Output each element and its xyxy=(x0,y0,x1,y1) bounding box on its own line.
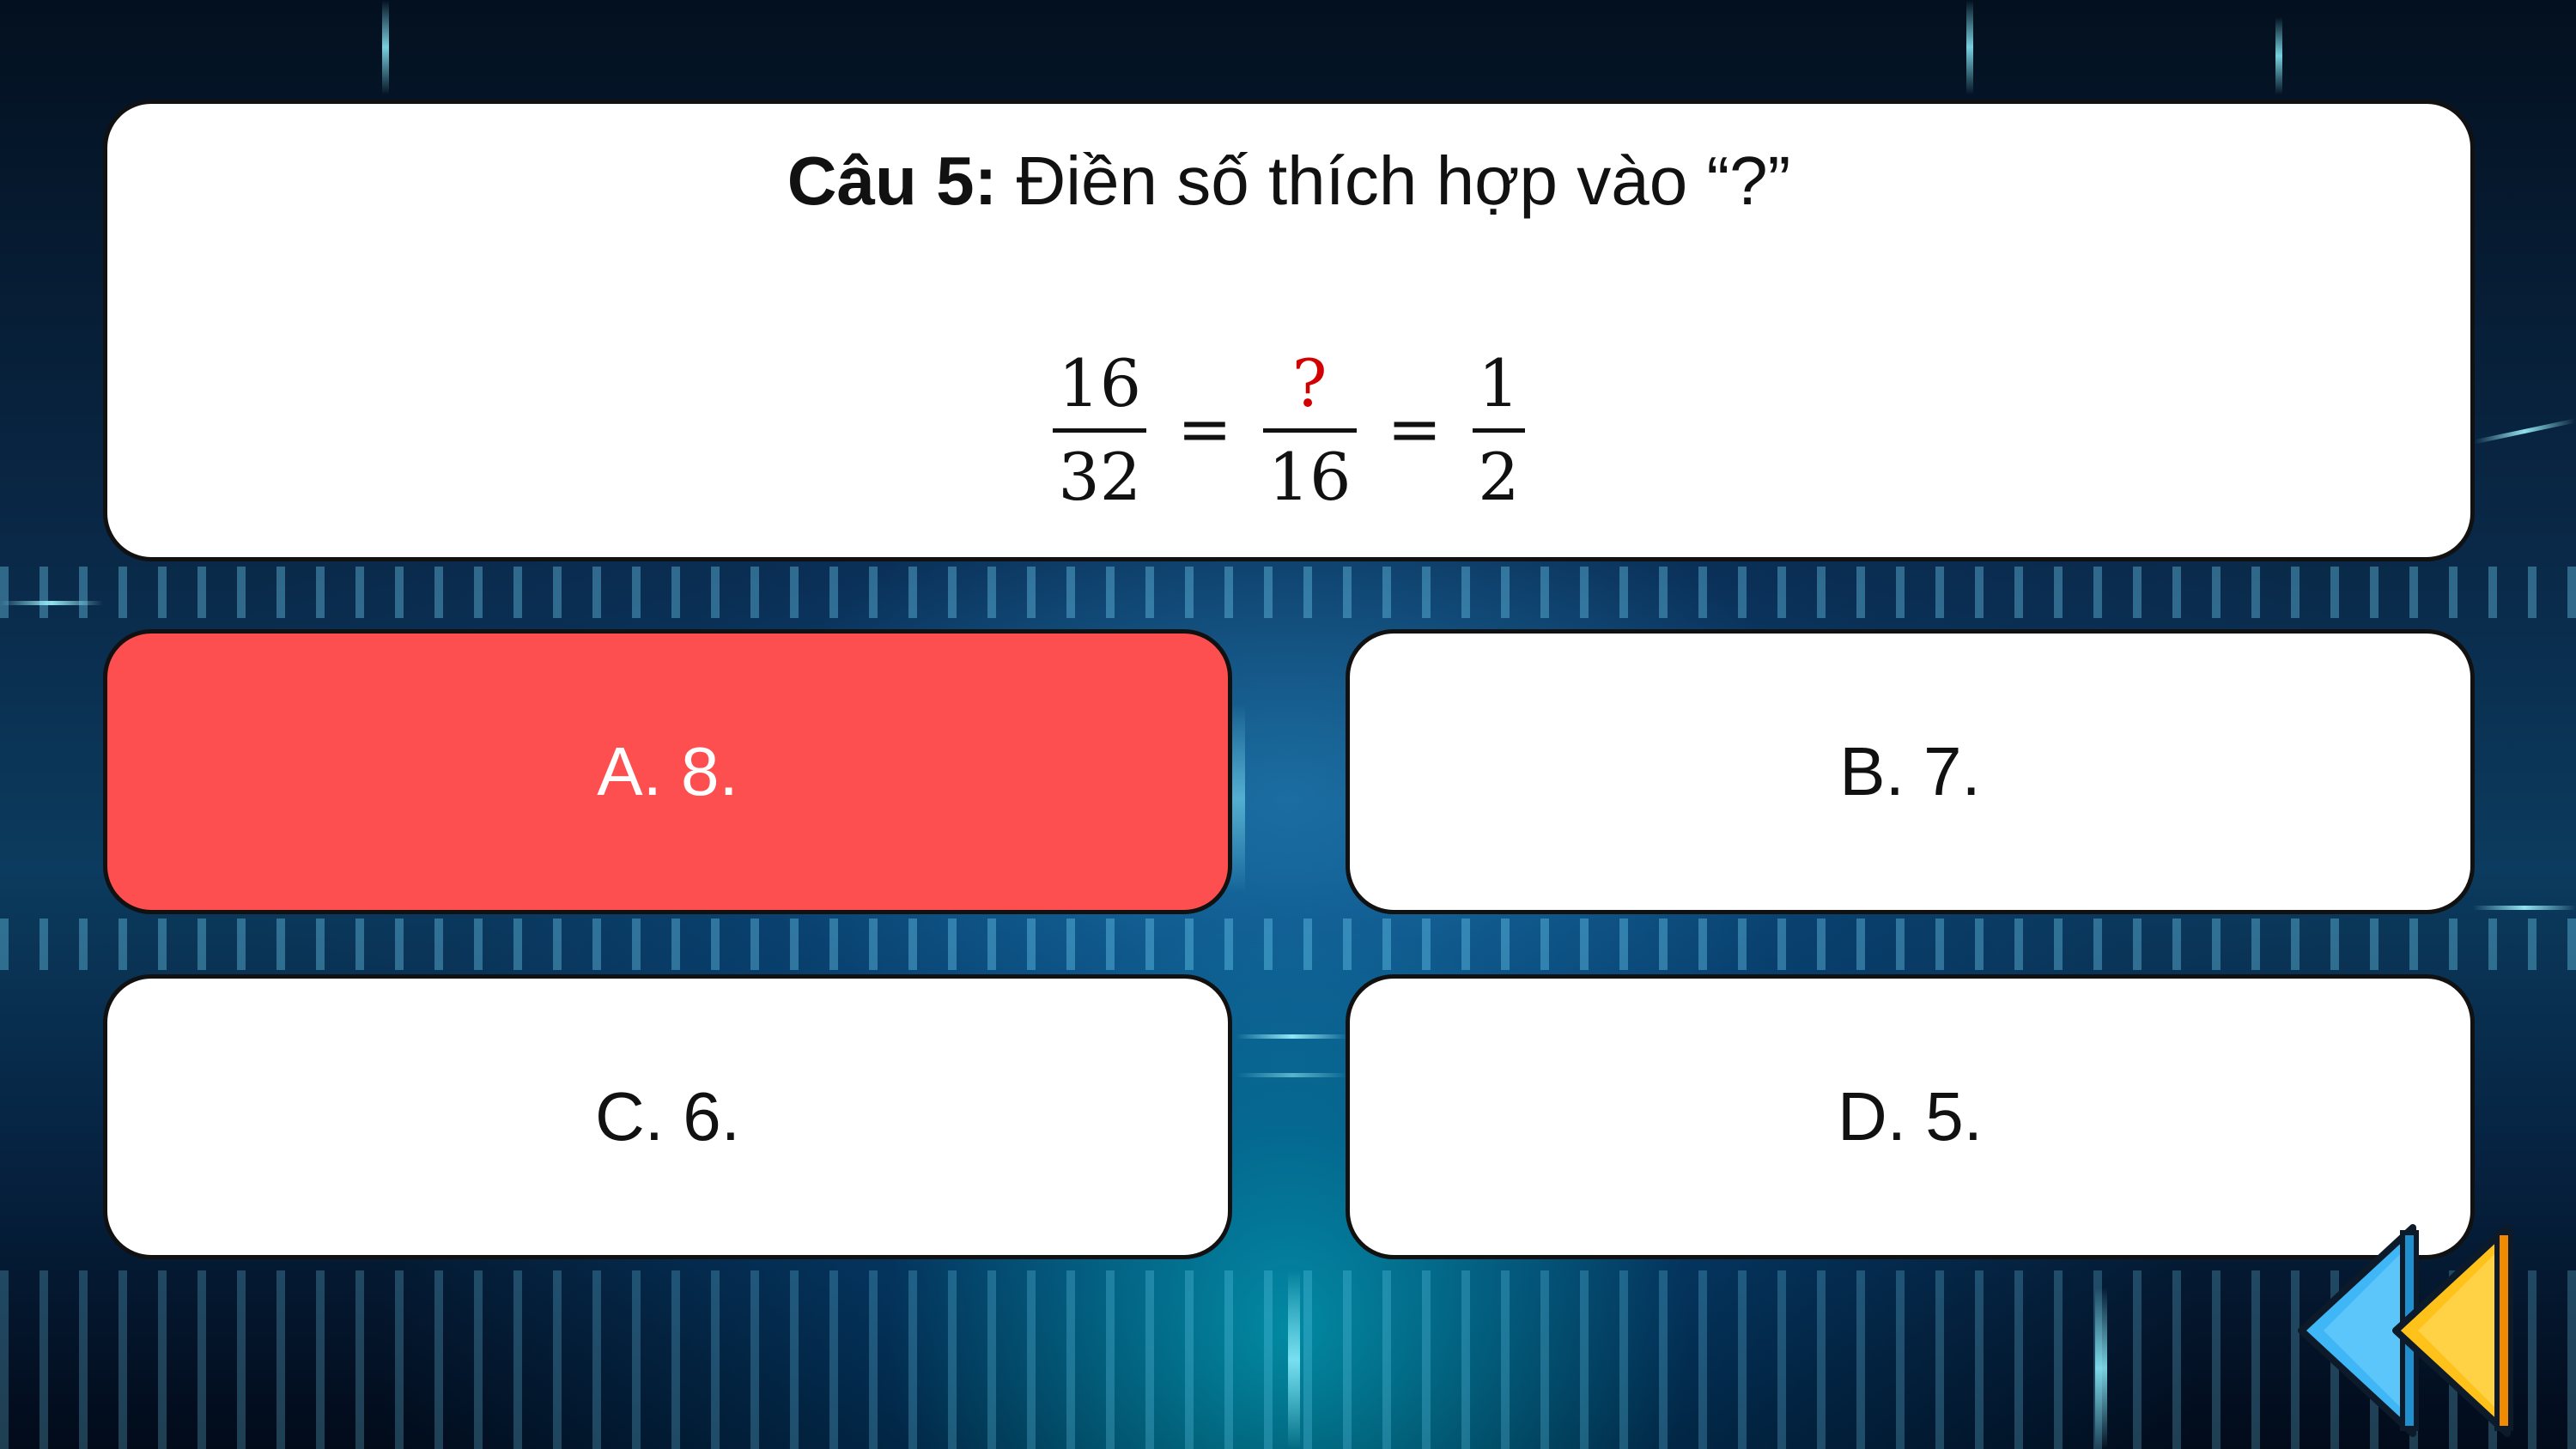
answer-label: D. 5. xyxy=(1838,1078,1983,1155)
back-button[interactable] xyxy=(2293,1219,2533,1442)
background-light-band xyxy=(0,919,2576,970)
fraction-bar xyxy=(1473,427,1525,433)
equals-sign: = xyxy=(1387,390,1443,467)
fraction-equation: 16 32 = ? 16 = 1 2 xyxy=(107,331,2470,529)
answer-option-d[interactable]: D. 5. xyxy=(1346,974,2475,1259)
fraction-1-over-2: 1 2 xyxy=(1473,345,1525,515)
question-number: Câu 5: xyxy=(787,142,998,219)
question-text: Điền số thích hợp vào “?” xyxy=(997,142,1791,219)
back-arrow-icon xyxy=(2298,1224,2513,1437)
fraction-bar xyxy=(1262,427,1357,433)
background-light-line xyxy=(2473,906,2576,910)
fraction-numerator: 1 xyxy=(1478,345,1520,422)
background-light-streak xyxy=(2095,1288,2107,1449)
fraction-denominator: 32 xyxy=(1058,438,1142,515)
fraction-unknown-over-16: ? 16 xyxy=(1262,345,1357,515)
fraction-denominator: 2 xyxy=(1478,438,1520,515)
fraction-16-over-32: 16 32 xyxy=(1053,345,1147,515)
fraction-bar xyxy=(1053,427,1147,433)
background-light-streak xyxy=(1966,0,1973,94)
question-title: Câu 5: Điền số thích hợp vào “?” xyxy=(107,142,2470,221)
background-light-line xyxy=(0,601,103,605)
fraction-numerator: 16 xyxy=(1058,345,1142,422)
answer-label: A. 8. xyxy=(597,733,738,809)
equals-sign: = xyxy=(1177,390,1232,467)
answer-option-c[interactable]: C. 6. xyxy=(103,974,1232,1259)
answer-label: C. 6. xyxy=(595,1078,740,1155)
background-light-streak xyxy=(382,0,389,94)
answer-label: B. 7. xyxy=(1839,733,1981,809)
fraction-denominator: 16 xyxy=(1267,438,1352,515)
background-light-line xyxy=(1236,1073,1348,1077)
background-light-line xyxy=(1236,1034,1348,1039)
answer-option-a[interactable]: A. 8. xyxy=(103,629,1232,914)
background-light-line xyxy=(2473,418,2576,445)
background-light-streak xyxy=(2275,17,2282,94)
background-light-band xyxy=(0,567,2576,618)
question-card: Câu 5: Điền số thích hợp vào “?” 16 32 =… xyxy=(103,100,2475,561)
unknown-numerator: ? xyxy=(1291,345,1327,422)
answer-option-b[interactable]: B. 7. xyxy=(1346,629,2475,914)
background-light-streak xyxy=(1288,1270,1300,1449)
